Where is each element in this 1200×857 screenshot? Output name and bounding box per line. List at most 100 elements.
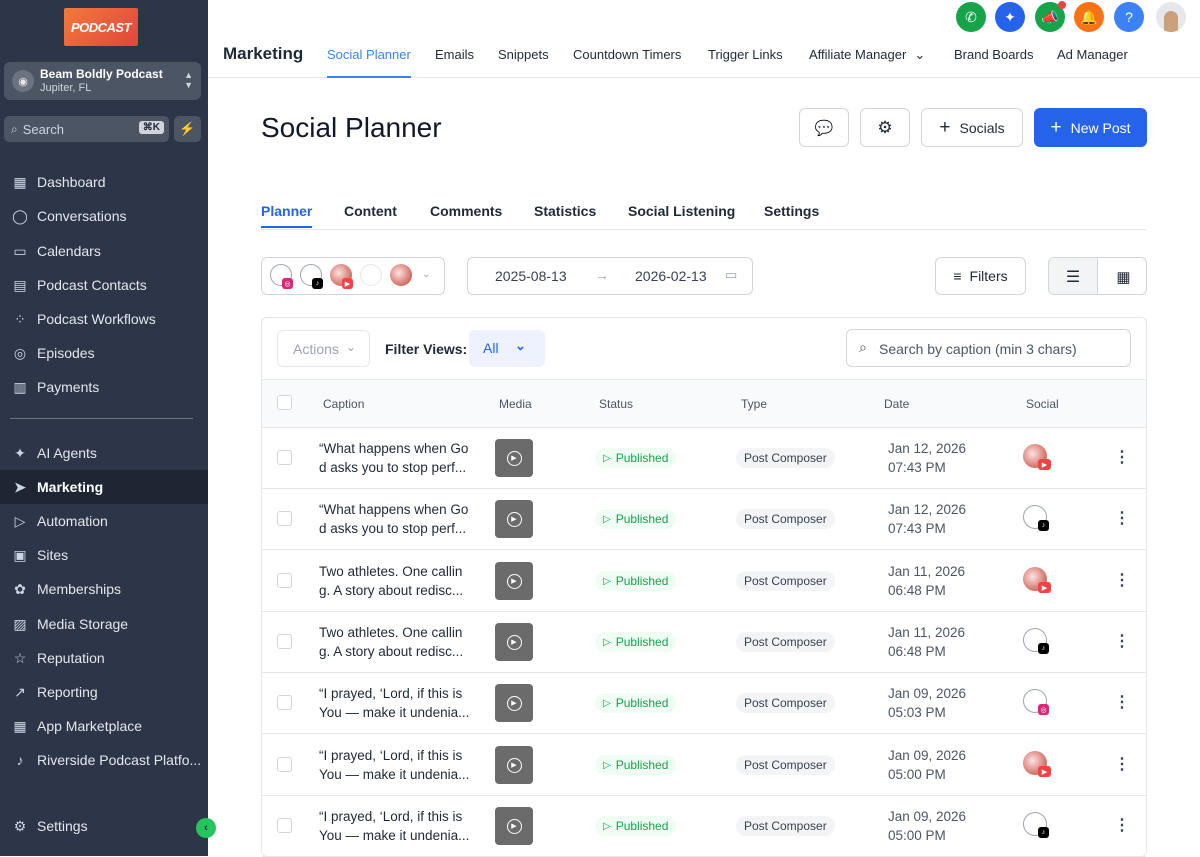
row-menu-button[interactable]: ⋮ [1114,693,1130,713]
select-all-checkbox[interactable] [277,395,292,410]
play-icon: ▶ [506,450,522,466]
caption-search-input[interactable]: ⌕ Search by caption (min 3 chars) [846,329,1131,367]
search-icon: ⌕ [859,339,867,355]
row-menu-button[interactable]: ⋮ [1114,509,1130,529]
row-checkbox[interactable] [277,757,292,772]
time-value: 05:03 PM [888,705,946,720]
top-tab[interactable]: Affiliate Manager ⌄ [809,47,925,63]
media-thumbnail[interactable]: ▶ [495,562,533,600]
user-avatar[interactable] [1156,2,1186,32]
table-row[interactable]: “I prayed, ‘Lord, if this is You — make i… [262,673,1146,734]
calendar-icon: ▭ [725,267,738,282]
location-switcher[interactable]: ◉ Beam Boldly Podcast Jupiter, FL ▲ ▼ [4,62,201,100]
row-checkbox[interactable] [277,573,292,588]
subtab[interactable]: Planner [261,203,313,228]
send-icon: ▷ [603,697,611,709]
row-menu-button[interactable]: ⋮ [1114,755,1130,775]
sidebar-item[interactable]: ◯ Conversations [0,199,208,233]
sidebar-item[interactable]: ▥ Payments [0,370,208,404]
sidebar-item[interactable]: ◎ Episodes [0,336,208,370]
table-row[interactable]: “What happens when Go d asks you to stop … [262,489,1146,550]
top-tab[interactable]: Emails [435,47,474,62]
chevron-left-icon: ‹ [204,822,208,834]
brand-logo[interactable]: PODCAST [64,8,138,46]
row-menu-button[interactable]: ⋮ [1114,632,1130,652]
help-button[interactable]: ? [1114,2,1144,32]
settings-button[interactable]: ⚙ [860,108,910,147]
sidebar-item[interactable]: ✦ AI Agents [0,436,208,470]
phone-button[interactable]: ✆ [956,2,986,32]
list-view-button[interactable]: ☰ [1049,258,1098,294]
sidebar-item-label: Payments [37,379,100,395]
row-checkbox[interactable] [277,818,292,833]
account-selector[interactable]: ◎ ♪ ▶ ⌄ [261,257,445,295]
media-thumbnail[interactable]: ▶ [495,684,533,722]
megaphone-button[interactable]: 📣 [1035,1,1066,32]
instagram-icon: ◎ [282,278,293,289]
subtab[interactable]: Settings [764,203,819,219]
new-post-button[interactable]: + New Post [1034,108,1147,147]
calendar-view-button[interactable]: ▦ [1099,258,1146,294]
subtab-label: Planner [261,203,313,219]
collapse-sidebar-button[interactable]: ‹ [196,818,216,838]
row-menu-button[interactable]: ⋮ [1114,448,1130,468]
actions-dropdown[interactable]: Actions ⌄ [277,330,370,367]
top-bar: Marketing Social Planner Emails Snippets Co… [208,0,1200,78]
subtab[interactable]: Content [344,203,397,219]
sidebar-item-settings[interactable]: ⚙ Settings [0,809,208,843]
top-tab[interactable]: Trigger Links [708,47,783,62]
subtab[interactable]: Social Listening [628,203,735,219]
media-thumbnail[interactable]: ▶ [495,807,533,845]
row-menu-button[interactable]: ⋮ [1114,571,1130,591]
table-row[interactable]: Two athletes. One callin g. A story about… [262,551,1146,612]
sidebar-item[interactable]: ➤ Marketing [0,470,208,504]
filters-button[interactable]: ≡ Filters [935,257,1026,295]
sidebar-item[interactable]: ▦ App Marketplace [0,709,208,743]
filter-views-dropdown[interactable]: All ⌄ [469,330,545,367]
subtab[interactable]: Comments [430,203,502,219]
sidebar-item[interactable]: ▭ Calendars [0,234,208,268]
top-tab[interactable]: Ad Manager [1057,47,1128,62]
row-checkbox[interactable] [277,695,292,710]
sidebar-item[interactable]: ▤ Podcast Contacts [0,268,208,302]
table-row[interactable]: “What happens when Go d asks you to stop … [262,428,1146,489]
media-thumbnail[interactable]: ▶ [495,500,533,538]
top-tab[interactable]: Countdown Timers [573,47,681,62]
date-range-picker[interactable]: 2025-08-13 → 2026-02-13 ▭ [467,257,753,295]
row-checkbox[interactable] [277,634,292,649]
sidebar-item[interactable]: ▣ Sites [0,538,208,572]
top-tab[interactable]: Social Planner [327,47,411,78]
sidebar-item[interactable]: ▷ Automation [0,504,208,538]
sidebar-item[interactable]: ☆ Reputation [0,641,208,675]
type-badge: Post Composer [736,693,835,713]
row-checkbox[interactable] [277,450,292,465]
sidebar-item-label: Reporting [37,684,98,700]
subtab[interactable]: Statistics [534,203,596,219]
location-name: Beam Boldly Podcast [40,67,163,81]
quick-action-button[interactable]: ⚡ [174,116,201,142]
sidebar-item[interactable]: ▦ Dashboard [0,165,208,199]
feedback-button[interactable]: 💬 [799,108,849,147]
top-tab[interactable]: Snippets [498,47,549,62]
sidebar-item[interactable]: ⁘ Podcast Workflows [0,302,208,336]
sidebar-item[interactable]: ♪ Riverside Podcast Platfo... [0,743,208,777]
caption-search-placeholder: Search by caption (min 3 chars) [879,341,1077,357]
socials-button[interactable]: + Socials [921,108,1023,147]
media-thumbnail[interactable]: ▶ [495,746,533,784]
sidebar-item[interactable]: ✿ Memberships [0,572,208,606]
date-value: Jan 09, 2026 [888,686,967,701]
table-row[interactable]: “I prayed, ‘Lord, if this is You — make i… [262,796,1146,857]
media-thumbnail[interactable]: ▶ [495,439,533,477]
top-tab[interactable]: Brand Boards [954,47,1034,62]
sparkle-button[interactable]: ✦ [995,2,1025,32]
sidebar-item[interactable]: ↗ Reporting [0,675,208,709]
table-row[interactable]: “I prayed, ‘Lord, if this is You — make i… [262,735,1146,796]
row-checkbox[interactable] [277,511,292,526]
sidebar-search[interactable]: ⌕ Search ⌘K [4,116,169,142]
bell-button[interactable]: 🔔 [1074,2,1104,32]
sidebar-item[interactable]: ▨ Media Storage [0,607,208,641]
date-value: Jan 11, 2026 [888,625,966,640]
media-thumbnail[interactable]: ▶ [495,623,533,661]
table-row[interactable]: Two athletes. One callin g. A story about… [262,612,1146,673]
row-menu-button[interactable]: ⋮ [1114,816,1130,836]
